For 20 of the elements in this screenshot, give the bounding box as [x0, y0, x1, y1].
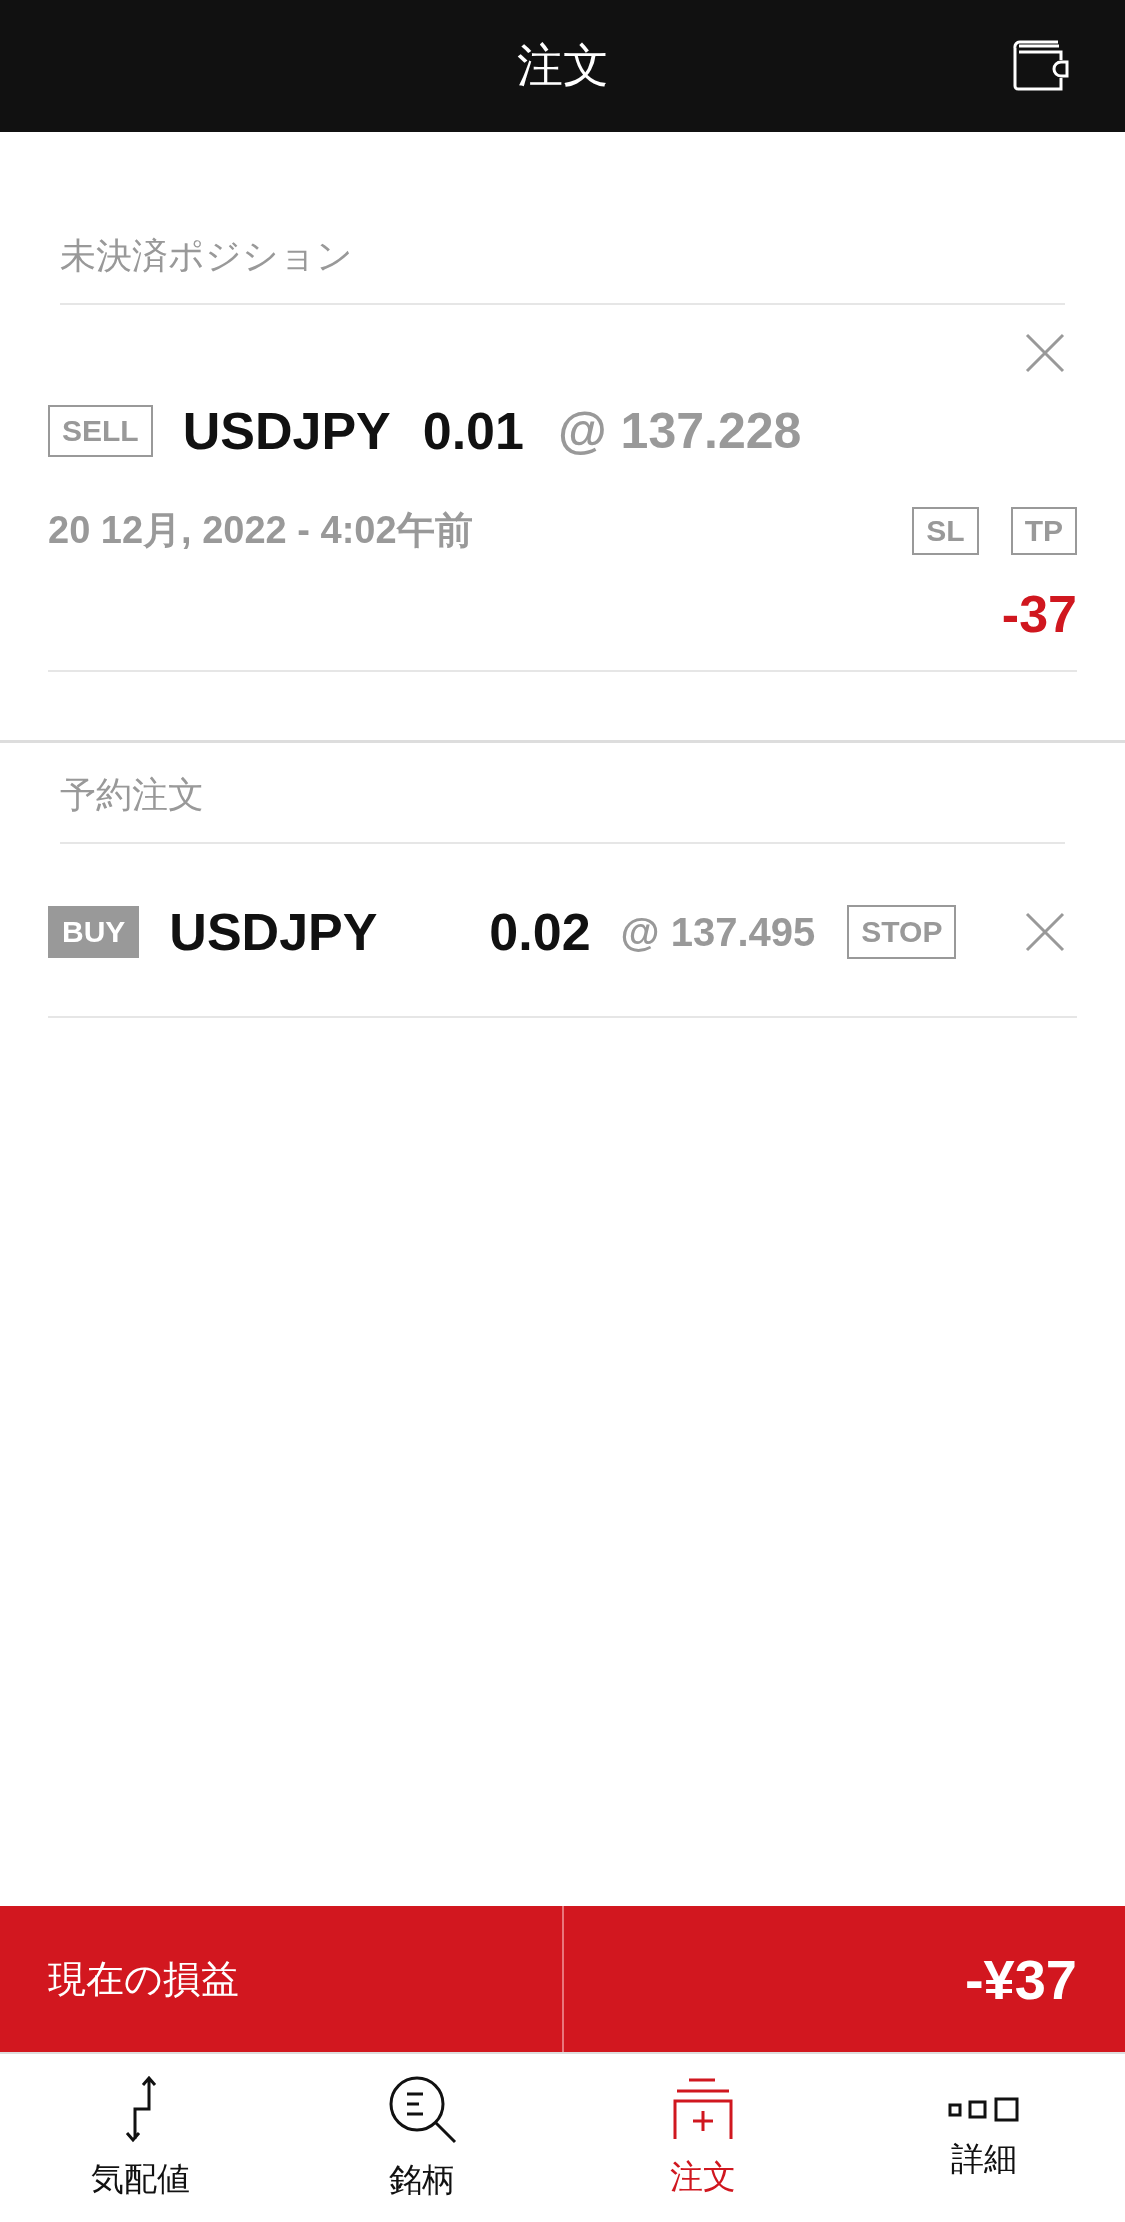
- screen-title: 注文: [516, 37, 609, 94]
- order-type-tag: STOP: [847, 905, 957, 959]
- order-price: @ 137.495: [620, 909, 816, 955]
- symbol-name: USDJPY: [169, 902, 379, 962]
- open-time: 20 12月, 2022 - 4:02午前: [48, 508, 473, 553]
- pnl-value: -¥37: [964, 1946, 1077, 2012]
- close-icon[interactable]: [1025, 333, 1065, 373]
- section-title: 予約注文: [60, 773, 205, 817]
- volume: 0.01: [422, 401, 524, 461]
- volume: 0.02: [489, 902, 591, 962]
- symbol-name: USDJPY: [182, 401, 391, 461]
- side-tag: BUY: [48, 906, 140, 958]
- close-icon[interactable]: [1025, 912, 1065, 952]
- open-price: @ 137.228: [557, 402, 802, 460]
- pnl-label: 現在の損益: [48, 1955, 239, 2003]
- order-add-icon: [671, 2076, 736, 2141]
- profit: -37: [1001, 584, 1077, 644]
- side-tag: SELL: [48, 405, 153, 457]
- section-title: 未決済ポジション: [60, 234, 354, 278]
- wallet-icon[interactable]: [1011, 38, 1069, 92]
